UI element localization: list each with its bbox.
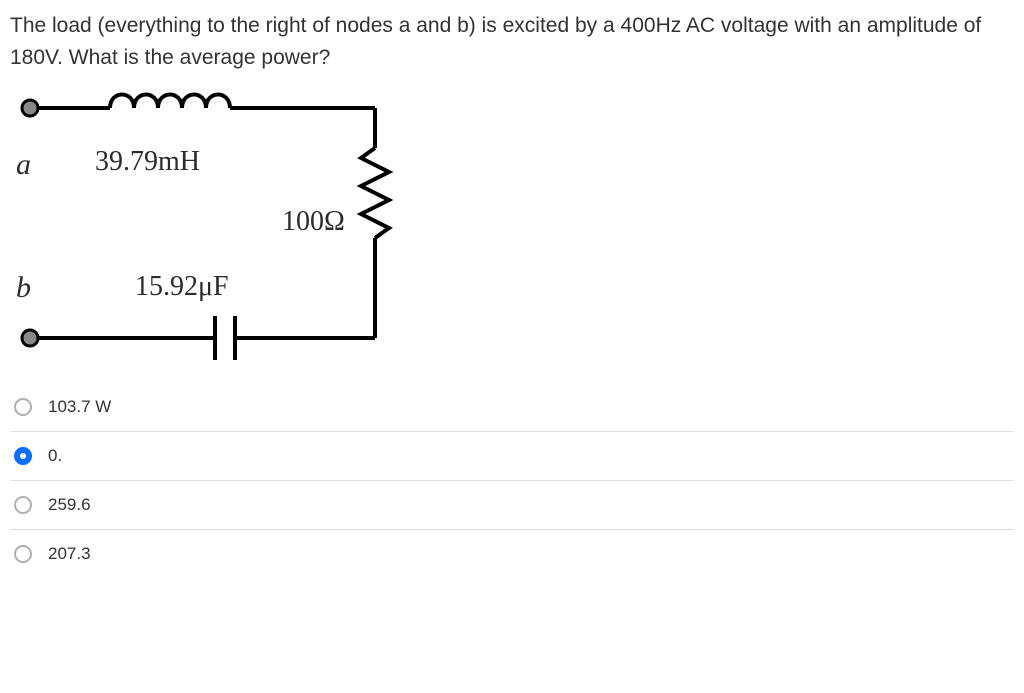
answer-options: 103.7 W 0. 259.6 207.3: [10, 383, 1014, 578]
circuit-diagram: a b 39.79mH 100Ω 15.92μF: [10, 78, 430, 368]
radio-icon: [14, 545, 32, 563]
option-label: 0.: [48, 446, 62, 466]
resistor-icon: [361, 148, 389, 238]
capacitor-label: 15.92μF: [135, 271, 229, 303]
option-label: 259.6: [48, 495, 91, 515]
option-2[interactable]: 259.6: [10, 480, 1014, 529]
inductor-icon: [110, 95, 230, 109]
radio-icon: [14, 447, 32, 465]
radio-icon: [14, 398, 32, 416]
terminal-b-icon: [22, 330, 38, 346]
option-0[interactable]: 103.7 W: [10, 383, 1014, 431]
option-3[interactable]: 207.3: [10, 529, 1014, 578]
option-1[interactable]: 0.: [10, 431, 1014, 480]
circuit-svg: [10, 78, 430, 368]
terminal-a-icon: [22, 100, 38, 116]
option-label: 103.7 W: [48, 397, 111, 417]
question-text: The load (everything to the right of nod…: [10, 10, 1014, 73]
node-a-label: a: [16, 148, 31, 182]
inductor-label: 39.79mH: [95, 146, 200, 178]
radio-icon: [14, 496, 32, 514]
node-b-label: b: [16, 271, 31, 305]
option-label: 207.3: [48, 544, 91, 564]
resistor-label: 100Ω: [282, 206, 345, 238]
